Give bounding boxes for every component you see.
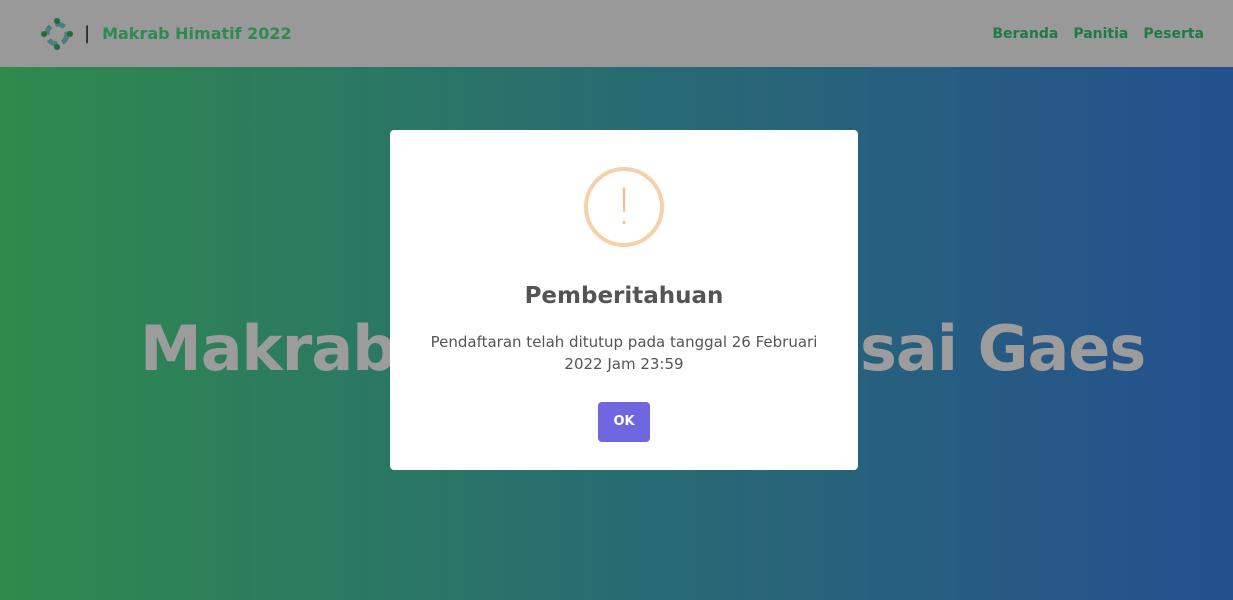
navbar: | Makrab Himatif 2022 Beranda Panitia Pe…	[0, 0, 1233, 67]
alert-dialog: ! Pemberitahuan Pendaftaran telah ditutu…	[390, 130, 858, 470]
ok-button[interactable]: OK	[598, 402, 650, 442]
hero-title-right: sai Gaes	[860, 312, 1146, 385]
dialog-message: Pendaftaran telah ditutup pada tanggal 2…	[430, 333, 818, 373]
hero-title-left: Makrab	[140, 312, 397, 385]
warning-icon: !	[584, 167, 664, 247]
nav-link-beranda[interactable]: Beranda	[992, 26, 1058, 42]
logo-icon[interactable]	[40, 17, 74, 51]
brand-title[interactable]: Makrab Himatif 2022	[102, 24, 292, 43]
dialog-title: Pemberitahuan	[524, 283, 724, 309]
brand-separator: |	[84, 23, 91, 44]
nav-links: Beranda Panitia Peserta	[992, 26, 1204, 42]
nav-link-peserta[interactable]: Peserta	[1143, 26, 1204, 42]
nav-link-panitia[interactable]: Panitia	[1073, 26, 1128, 42]
